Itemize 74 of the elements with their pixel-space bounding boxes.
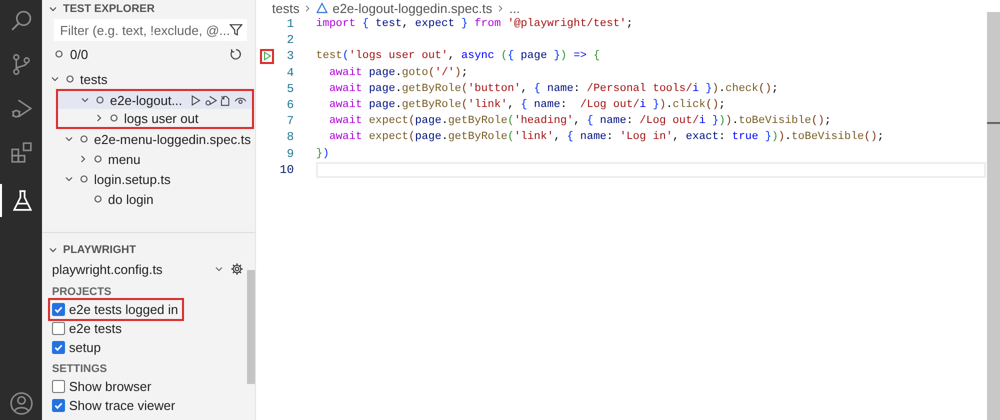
status-circle-icon — [93, 154, 103, 164]
account-icon[interactable] — [8, 391, 34, 416]
gear-icon[interactable] — [230, 262, 244, 276]
status-circle-icon — [54, 49, 64, 59]
status-circle-icon — [93, 194, 103, 204]
status-circle-icon — [79, 174, 89, 184]
breadcrumb-item[interactable]: tests — [272, 0, 300, 16]
tree-item[interactable]: logs user out — [56, 109, 254, 129]
line-number: 6 — [286, 98, 294, 112]
run-icon[interactable] — [189, 94, 202, 106]
section-heading: SETTINGS — [52, 363, 108, 377]
status-circle-icon — [79, 134, 89, 144]
tree-item[interactable]: e2e-menu-loggedin.spec.ts — [42, 129, 255, 149]
chevron-down-icon[interactable] — [64, 174, 74, 184]
panel-title: PLAYWRIGHT — [63, 244, 136, 256]
chevron-down-icon[interactable] — [50, 74, 60, 84]
line-number: 3 — [286, 49, 294, 64]
chevron-down-icon[interactable] — [64, 134, 74, 144]
code-line: await page.getByRole('button', { name: /Personal tools/i }).check(); — [328, 82, 778, 95]
checkbox[interactable] — [52, 341, 65, 354]
checkbox[interactable] — [52, 399, 65, 412]
filter-icon[interactable] — [229, 23, 243, 37]
checkbox[interactable] — [52, 322, 65, 335]
chevron-icon[interactable] — [48, 245, 58, 255]
scrollbar[interactable] — [247, 270, 255, 384]
scrollbar[interactable] — [987, 12, 1000, 420]
section-heading: PROJECTS — [52, 286, 112, 300]
code-line: await page.goto('/'); — [328, 66, 468, 79]
chevron-down-icon[interactable] — [80, 95, 90, 105]
status-circle-icon — [95, 95, 105, 105]
line-number: 1 — [286, 17, 294, 32]
tree-item[interactable]: do login — [42, 189, 255, 209]
tree-item[interactable]: menu — [42, 149, 255, 169]
search-icon[interactable] — [8, 8, 34, 33]
chevron-right-icon[interactable] — [78, 154, 88, 164]
status-circle-icon — [65, 74, 75, 84]
panel-title: TEST EXPLORER — [63, 3, 155, 15]
triangle-icon — [316, 2, 328, 14]
breadcrumb-item[interactable]: e2e-logout-loggedin.spec.ts — [332, 0, 492, 16]
chevron-down-icon[interactable] — [214, 264, 224, 274]
line-number: 5 — [286, 82, 294, 96]
extensions-icon[interactable] — [8, 140, 34, 165]
line-number: 7 — [286, 114, 294, 128]
refresh-icon[interactable] — [229, 47, 243, 61]
line-number: 10 — [278, 162, 294, 177]
checkbox-item[interactable]: e2e tests — [50, 319, 126, 338]
chevron-icon[interactable] — [48, 4, 58, 14]
chevron-right-icon[interactable] — [94, 113, 104, 123]
config-name: playwright.config.ts — [52, 262, 163, 276]
tree-item[interactable]: tests — [42, 69, 255, 89]
checkbox-item[interactable]: Show browser — [50, 377, 156, 396]
code-line: import { test, expect } from '@playwright/test'; — [316, 18, 633, 30]
tree-item[interactable]: e2e-logout... — [56, 89, 254, 109]
code-line: await expect(page.getByRole('heading', { name: /Log out/i })).toBeVisible(); — [328, 115, 832, 128]
checkbox[interactable] — [52, 303, 65, 316]
checkbox[interactable] — [52, 380, 65, 393]
code-line: await expect(page.getByRole('link', { name: 'Log in', exact: true })).toBeVisible(); — [328, 131, 884, 144]
code-line: await page.getByRole('link', { name: /Log out/i }).click(); — [328, 99, 726, 112]
filter-field[interactable]: Filter (e.g. text, !exclude, @... — [54, 19, 247, 41]
checkbox-item[interactable]: e2e tests logged in — [50, 300, 182, 319]
status-circle-icon — [109, 113, 119, 123]
run-test-button[interactable] — [260, 48, 274, 64]
tree-item[interactable]: login.setup.ts — [42, 169, 255, 189]
line-number: 8 — [286, 130, 294, 144]
line-number: 4 — [286, 66, 294, 80]
checkbox-item[interactable]: Show trace viewer — [50, 396, 180, 415]
breadcrumb-item[interactable]: ... — [509, 0, 520, 16]
code-line: test('logs user out', async ({ page }) => { — [316, 50, 600, 62]
checkbox-item[interactable]: setup — [50, 338, 105, 357]
line-number: 2 — [286, 33, 294, 48]
test-count: 0/0 — [70, 46, 88, 62]
line-number: 9 — [286, 146, 294, 161]
code-line: }) — [316, 148, 330, 160]
debug-icon[interactable] — [204, 94, 218, 106]
